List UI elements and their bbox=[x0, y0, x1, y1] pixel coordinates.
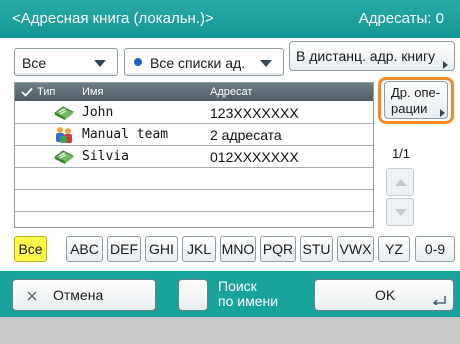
recipient-count: Адресаты: 0 bbox=[358, 10, 444, 27]
contact-card-icon bbox=[54, 106, 74, 120]
list-item[interactable]: John 123XXXXXXX bbox=[15, 102, 373, 124]
contact-name: John bbox=[82, 105, 114, 120]
chevron-down-icon bbox=[94, 60, 106, 67]
index-key-0-9[interactable]: 0-9 bbox=[415, 236, 455, 262]
index-key-vwx[interactable]: VWX bbox=[337, 236, 374, 262]
ok-label: OK bbox=[375, 287, 396, 303]
list-dot-icon bbox=[134, 58, 142, 66]
enter-icon bbox=[433, 296, 446, 305]
list-item[interactable]: Manual team 2 адресата bbox=[15, 124, 373, 146]
contact-name: Silvia bbox=[82, 149, 129, 164]
column-name: Имя bbox=[82, 86, 104, 98]
page-title: <Адресная книга (локальн.)> bbox=[12, 10, 214, 27]
scroll-up-button[interactable] bbox=[386, 168, 414, 196]
chevron-down-icon bbox=[260, 60, 272, 67]
index-key-abc[interactable]: ABC bbox=[66, 236, 103, 262]
check-icon bbox=[21, 87, 33, 97]
other-operations-button[interactable]: Др. опе- рации bbox=[384, 81, 448, 119]
contact-name: Manual team bbox=[82, 127, 169, 142]
contact-card-icon bbox=[54, 150, 74, 164]
search-by-name-line-2: по имени bbox=[218, 293, 279, 309]
list-item[interactable] bbox=[15, 168, 373, 190]
index-key-mno[interactable]: MNO bbox=[220, 236, 256, 262]
list-filter-value: Все списки ад. bbox=[150, 55, 246, 71]
column-type: Тип bbox=[37, 86, 56, 98]
contact-address: 123XXXXXXX bbox=[210, 105, 299, 121]
list-column-header: Тип Имя Адресат bbox=[15, 83, 373, 101]
search-by-name-checkbox[interactable] bbox=[178, 279, 208, 311]
index-key-yz[interactable]: YZ bbox=[378, 236, 410, 262]
list-item[interactable]: Silvia 012XXXXXXX bbox=[15, 146, 373, 168]
contact-address: 2 адресата bbox=[210, 127, 282, 143]
scroll-down-button[interactable] bbox=[386, 198, 414, 226]
column-address: Адресат bbox=[210, 86, 253, 98]
list-filter-dropdown[interactable]: Все списки ад. bbox=[124, 48, 284, 76]
index-key-pqr[interactable]: PQR bbox=[260, 236, 296, 262]
remote-address-book-label: В дистанц. адр. книгу bbox=[296, 48, 436, 64]
cancel-label: Отмена bbox=[53, 287, 104, 303]
arrow-right-icon bbox=[440, 109, 445, 117]
arrow-right-icon bbox=[443, 61, 448, 69]
footer-strip bbox=[0, 317, 460, 344]
cancel-button[interactable]: Отмена bbox=[12, 279, 156, 311]
other-operations-label-1: Др. опе- bbox=[391, 85, 441, 100]
index-key-ghi[interactable]: GHI bbox=[145, 236, 178, 262]
triangle-up-icon bbox=[395, 179, 407, 186]
index-key-jkl[interactable]: JKL bbox=[182, 236, 216, 262]
search-by-name-line-1: Поиск bbox=[218, 278, 257, 294]
group-people-icon bbox=[56, 127, 72, 143]
list-item[interactable] bbox=[15, 190, 373, 212]
type-filter-value: Все bbox=[22, 55, 47, 71]
search-by-name-label: Поиск по имени bbox=[218, 279, 278, 309]
contact-address: 012XXXXXXX bbox=[210, 149, 299, 165]
address-list: Тип Имя Адресат John 123XXXXXXX Manual t… bbox=[14, 82, 374, 228]
triangle-down-icon bbox=[395, 209, 407, 216]
index-key-all[interactable]: Все bbox=[14, 236, 47, 262]
remote-address-book-button[interactable]: В дистанц. адр. книгу bbox=[289, 41, 455, 71]
header-bar: <Адресная книга (локальн.)> Адресаты: 0 bbox=[0, 0, 460, 38]
index-key-stu[interactable]: STU bbox=[300, 236, 333, 262]
type-filter-dropdown[interactable]: Все bbox=[14, 48, 118, 76]
close-icon bbox=[27, 291, 37, 301]
other-operations-label-2: рации bbox=[391, 101, 428, 116]
index-key-def[interactable]: DEF bbox=[107, 236, 141, 262]
ok-button[interactable]: OK bbox=[314, 279, 454, 311]
page-indicator: 1/1 bbox=[391, 146, 411, 161]
address-book-screen: <Адресная книга (локальн.)> Адресаты: 0 … bbox=[0, 0, 460, 344]
